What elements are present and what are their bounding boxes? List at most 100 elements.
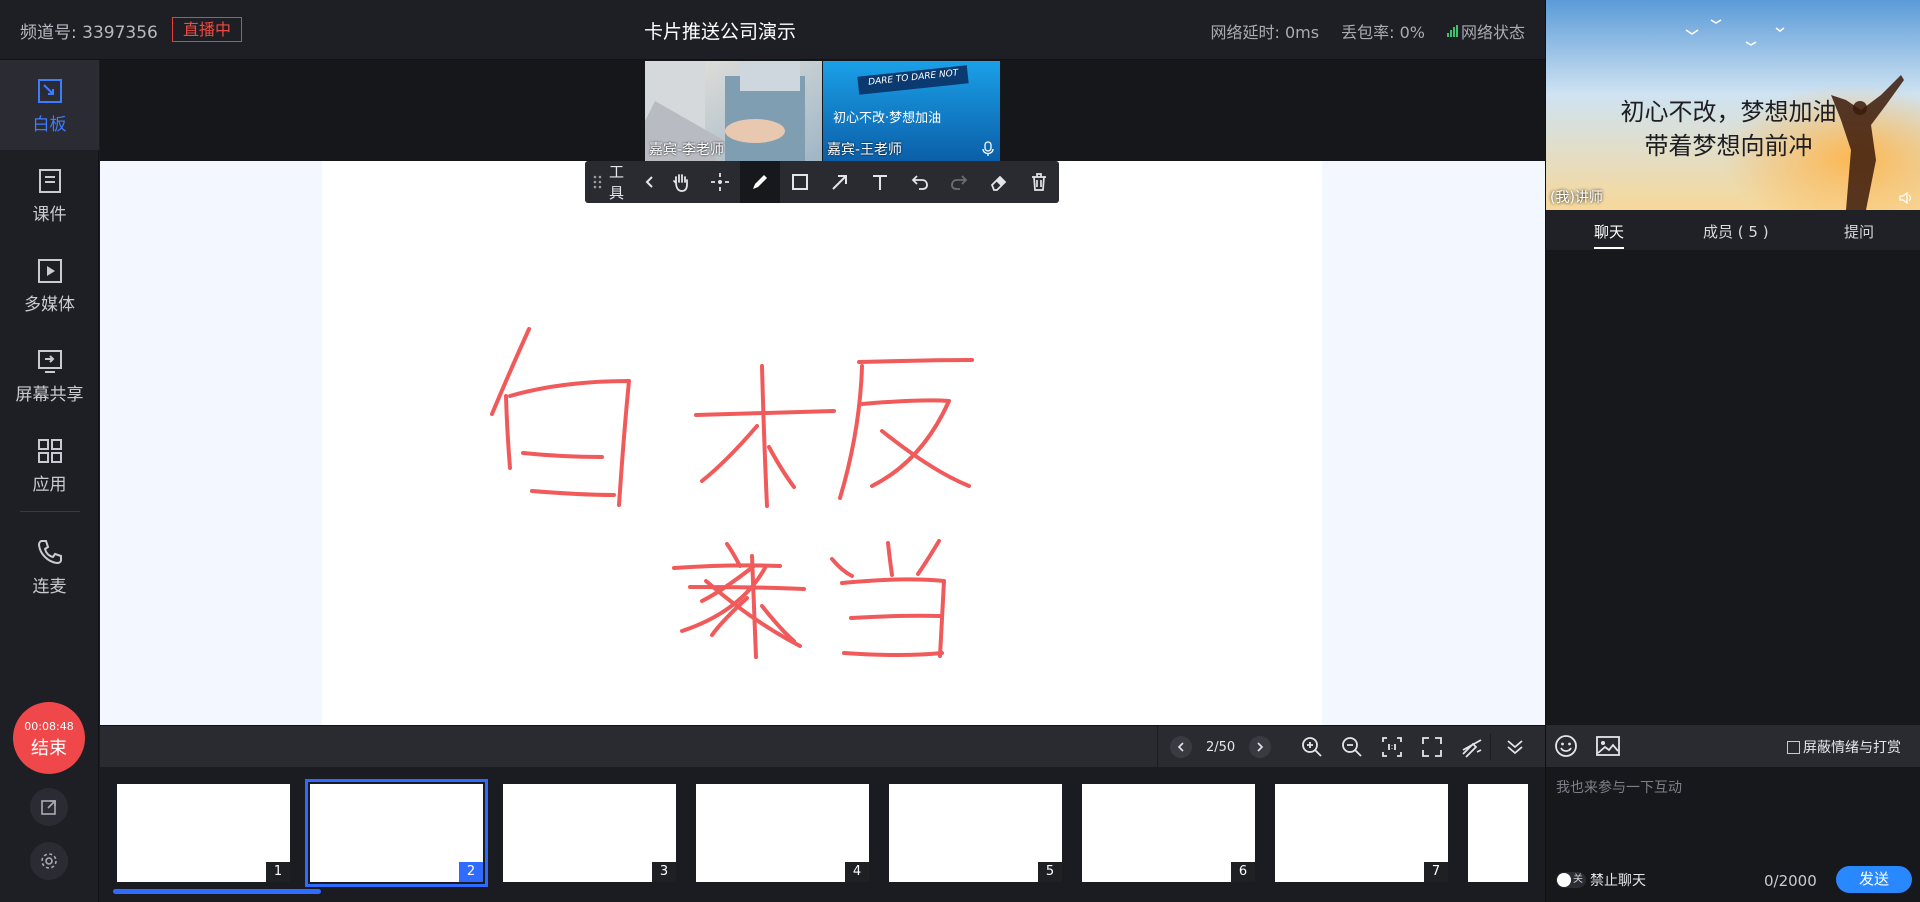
guest-video-wang[interactable]: DARE TO DARE NOT 初心不改·梦想加油 嘉宾-王老师	[823, 61, 1000, 161]
checkbox-label: 屏蔽情绪与打赏	[1803, 740, 1901, 756]
tab-members[interactable]: 成员 ( 5 )	[1703, 221, 1769, 242]
network-status[interactable]: 网络状态	[1446, 19, 1525, 43]
settings-button[interactable]	[30, 842, 68, 880]
prev-page-button[interactable]	[1170, 736, 1192, 758]
chevron-left-icon	[1177, 742, 1184, 752]
hand-tool-button[interactable]	[661, 161, 701, 203]
checkbox-box[interactable]	[1787, 740, 1800, 754]
host-video[interactable]: 初心不改，梦想加油 带着梦想向前冲 (我)讲师	[1546, 0, 1920, 210]
whiteboard-icon	[37, 79, 62, 103]
thumbnail-number: 2	[459, 862, 483, 882]
toggle-switch[interactable]: 关	[1556, 872, 1586, 888]
thumbnail-number: 1	[266, 862, 290, 882]
top-bar: 频道号: 3397356 直播中 卡片推送公司演示 网络延时: 0ms 丢包率:…	[0, 0, 1545, 60]
char-counter: 0/2000	[1764, 872, 1817, 890]
media-icon	[37, 259, 62, 283]
drawing-toolbar: 工具	[585, 161, 1059, 203]
gear-icon	[41, 853, 57, 869]
nav-screen-share[interactable]: 屏幕共享	[0, 330, 99, 420]
network-info: 网络延时: 0ms 丢包率: 0% 网络状态	[1211, 19, 1525, 43]
collapse-toolbar-button[interactable]	[639, 161, 661, 203]
collapse-thumbnails-button[interactable]	[1503, 735, 1527, 759]
nav-media[interactable]: 多媒体	[0, 240, 99, 330]
send-button[interactable]: 发送	[1836, 866, 1912, 893]
nav-label: 屏幕共享	[15, 385, 84, 405]
mute-chat-toggle[interactable]: 关 禁止聊天	[1556, 870, 1646, 890]
classroom-app: 频道号: 3397356 直播中 卡片推送公司演示 网络延时: 0ms 丢包率:…	[0, 0, 1920, 902]
eraser-button[interactable]	[979, 161, 1019, 203]
divider	[1157, 726, 1158, 768]
nav-connect-mic[interactable]: 连麦	[0, 520, 99, 610]
thumbnail-number: 5	[1038, 862, 1062, 882]
fit-screen-button[interactable]	[1420, 735, 1444, 759]
thumbnail-scrollbar[interactable]	[113, 889, 321, 894]
pager: 2/50	[1170, 736, 1272, 758]
eraser-icon	[991, 175, 1007, 191]
image-icon[interactable]	[1596, 735, 1620, 757]
text-tool-button[interactable]	[860, 161, 900, 203]
undo-button[interactable]	[900, 161, 940, 203]
chevron-right-icon	[1257, 742, 1264, 752]
end-class-button[interactable]: 00:08:48 结束	[13, 702, 85, 774]
next-page-button[interactable]	[1249, 736, 1272, 758]
thumbnail-page-7[interactable]: 7	[1275, 784, 1448, 882]
clear-board-button[interactable]	[1019, 161, 1059, 203]
laser-pointer-button[interactable]	[701, 161, 741, 203]
nav-whiteboard[interactable]: 白板	[0, 60, 99, 150]
double-chevron-down-icon	[1507, 740, 1523, 755]
pen-tool-button[interactable]	[740, 161, 781, 203]
guest-video-strip: 嘉宾-李老师 DARE TO DARE NOT 初心不改·梦想加油 嘉宾-王老师	[100, 60, 1545, 161]
tab-chat[interactable]: 聊天	[1594, 221, 1624, 242]
thumbnail-page-3[interactable]: 3	[503, 784, 676, 882]
chat-input-area[interactable]: 我也来参与一下互动 关 禁止聊天 0/2000 发送	[1546, 767, 1920, 902]
active-tab-indicator	[1594, 247, 1624, 249]
nav-label: 多媒体	[24, 295, 75, 315]
nav-apps[interactable]: 应用	[0, 420, 99, 510]
external-link-icon	[41, 800, 56, 815]
end-label: 结束	[31, 738, 67, 759]
chat-messages[interactable]	[1546, 250, 1920, 725]
zoom-out-button[interactable]	[1340, 735, 1364, 759]
undo-icon	[911, 175, 928, 190]
hide-effects-checkbox[interactable]: 屏蔽情绪与打赏	[1787, 737, 1901, 757]
divider	[1490, 734, 1491, 760]
rectangle-tool-button[interactable]	[780, 161, 820, 203]
whiteboard-area[interactable]	[100, 161, 1545, 725]
popout-button[interactable]	[30, 788, 68, 826]
phone-icon	[37, 540, 62, 565]
actual-size-icon	[1382, 737, 1402, 757]
redo-button[interactable]	[940, 161, 980, 203]
page-control-bar: 2/50	[100, 725, 1545, 768]
guest-video-li[interactable]: 嘉宾-李老师	[645, 61, 822, 161]
thumbnail-page-6[interactable]: 6	[1082, 784, 1255, 882]
thumbnail-page-4[interactable]: 4	[696, 784, 869, 882]
latency-text: 网络延时: 0ms	[1210, 23, 1320, 42]
host-video-text-line1: 初心不改，梦想加油	[1620, 98, 1837, 126]
live-status-badge: 直播中	[172, 17, 243, 42]
packet-loss-text: 丢包率: 0%	[1341, 23, 1425, 42]
annotate-icon	[1462, 739, 1482, 758]
nav-courseware[interactable]: 课件	[0, 150, 99, 240]
thumbnail-number: 4	[845, 862, 869, 882]
host-video-text-line2: 带着梦想向前冲	[1644, 132, 1813, 160]
thumbnail-page-partial[interactable]	[1468, 784, 1528, 882]
tab-questions[interactable]: 提问	[1844, 221, 1874, 242]
zoom-in-button[interactable]	[1300, 735, 1324, 759]
whiteboard-page[interactable]	[322, 161, 1322, 725]
thumbnail-page-2[interactable]: 2	[305, 779, 488, 887]
thumbnail-number: 3	[652, 862, 676, 882]
right-panel: 初心不改，梦想加油 带着梦想向前冲 (我)讲师 聊天 成员 ( 5 ) 提问 屏…	[1545, 0, 1920, 902]
fullscreen-icon	[1422, 737, 1442, 757]
annotation-toggle-button[interactable]	[1460, 735, 1484, 759]
drag-handle-icon[interactable]	[591, 174, 605, 190]
actual-size-button[interactable]	[1380, 735, 1404, 759]
panel-tabs: 聊天 成员 ( 5 ) 提问	[1546, 210, 1920, 250]
microphone-icon	[982, 141, 994, 156]
signal-icon	[1446, 25, 1458, 37]
thumbnail-page-5[interactable]: 5	[889, 784, 1062, 882]
screen-share-icon	[37, 350, 62, 373]
arrow-tool-button[interactable]	[820, 161, 860, 203]
guest-name: 嘉宾-李老师	[649, 142, 725, 158]
emoji-icon[interactable]	[1554, 734, 1578, 758]
thumbnail-page-1[interactable]: 1	[117, 784, 290, 882]
